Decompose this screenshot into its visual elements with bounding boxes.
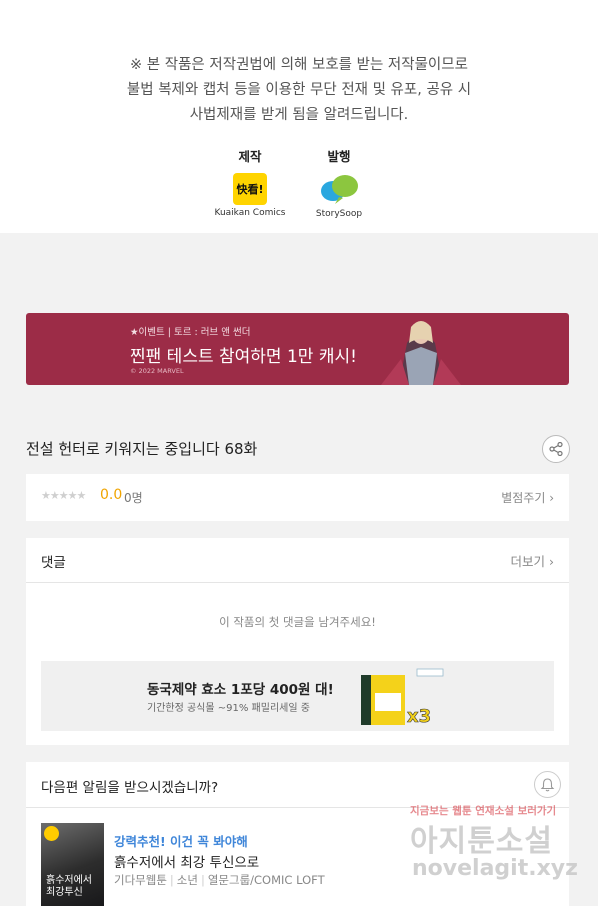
ad-subtitle: 기간한정 공식몰 ~91% 패밀리세일 중 <box>147 703 310 714</box>
comments-more-link[interactable]: 더보기 › <box>511 551 554 570</box>
ad-banner[interactable]: 동국제약 효소 1포당 400원 대! 기간한정 공식몰 ~91% 패밀리세일 … <box>41 661 554 731</box>
comments-header: 댓글 <box>41 555 66 571</box>
production-label: 제작 <box>238 149 262 164</box>
comments-empty-message: 이 작품의 첫 댓글을 남겨주세요! <box>219 615 376 629</box>
banner-hero-image <box>381 321 461 385</box>
ad-product-image: x3 <box>361 668 444 727</box>
recommendation-thumbnail[interactable]: 흙수저에서 최강투신 <box>41 823 104 906</box>
recommendation-meta: 기다무웹툰 | 소년 | 열문그룹/COMIC LOFT <box>114 873 325 887</box>
banner-copyright: © 2022 MARVEL <box>130 367 184 375</box>
publisher-credit: 발행 StorySoop <box>299 146 379 219</box>
rating-stars: ★★★★★ <box>41 489 86 502</box>
notice-line-1: ※ 본 작품은 저작권법에 의해 보호를 받는 저작물이므로 <box>130 57 468 73</box>
notice-line-3: 사법제재를 받게 됨을 알려드립니다. <box>189 107 409 123</box>
divider <box>26 807 569 808</box>
copyright-section: ※ 본 작품은 저작권법에 의해 보호를 받는 저작물이므로 불법 복제와 캡처… <box>0 0 598 233</box>
clock-icon <box>44 826 59 841</box>
rating-score: 0.0 <box>100 487 123 503</box>
credits: 제작 快看! Kuaikan Comics 발행 StorySoop <box>0 146 598 226</box>
event-banner[interactable]: ★이벤트 | 토르 : 러브 앤 썬더 찐팬 테스트 참여하면 1만 캐시! ©… <box>26 313 569 385</box>
share-button[interactable] <box>542 435 570 463</box>
comments-card: 댓글 더보기 › 이 작품의 첫 댓글을 남겨주세요! 동국제약 효소 1포당 … <box>26 538 569 745</box>
notice-line-2: 불법 복제와 캡처 등을 이용한 무단 전재 및 유포, 공유 시 <box>126 82 472 98</box>
rating-count: 0명 <box>124 491 143 505</box>
recommendation-tag: 강력추천! 이건 꼭 봐야해 <box>114 834 248 849</box>
notify-card: 다음편 알림을 받으시겠습니까? 흙수저에서 최강투신 강력추천! 이건 꼭 봐… <box>26 762 569 906</box>
divider <box>26 582 569 583</box>
thumbnail-title: 흙수저에서 최강투신 <box>46 875 92 898</box>
kuaikan-logo-text: Kuaikan Comics <box>214 208 286 218</box>
rate-button[interactable]: 별점주기 › <box>501 489 554 506</box>
rating-card: ★★★★★ 0.0 0명 별점주기 › <box>26 474 569 521</box>
bell-icon <box>540 778 555 792</box>
kuaikan-logo: 快看! <box>233 173 267 205</box>
share-icon <box>549 442 563 456</box>
copyright-notice: ※ 본 작품은 저작권법에 의해 보호를 받는 저작물이므로 불법 복제와 캡처… <box>0 53 598 128</box>
production-credit: 제작 快看! Kuaikan Comics <box>210 146 290 218</box>
ad-title: 동국제약 효소 1포당 400원 대! <box>147 682 334 698</box>
meta-publisher: 열문그룹/COMIC LOFT <box>207 873 325 887</box>
meta-genre: 소년 <box>176 873 198 887</box>
episode-title: 전설 헌터로 키워지는 중입니다 68화 <box>26 440 258 458</box>
storysoop-logo-text: StorySoop <box>315 209 363 219</box>
meta-category: 기다무웹툰 <box>114 873 167 887</box>
recommendation-title[interactable]: 흙수저에서 최강 투신으로 <box>114 851 259 871</box>
banner-headline: 찐팬 테스트 참여하면 1만 캐시! <box>130 347 357 367</box>
notify-question: 다음편 알림을 받으시겠습니까? <box>41 780 219 796</box>
storysoop-logo <box>321 175 358 204</box>
notify-bell-button[interactable] <box>534 771 561 798</box>
banner-event-label: ★이벤트 | 토르 : 러브 앤 썬더 <box>130 327 251 338</box>
ad-multiplier: x3 <box>407 706 431 727</box>
publisher-label: 발행 <box>327 149 351 164</box>
